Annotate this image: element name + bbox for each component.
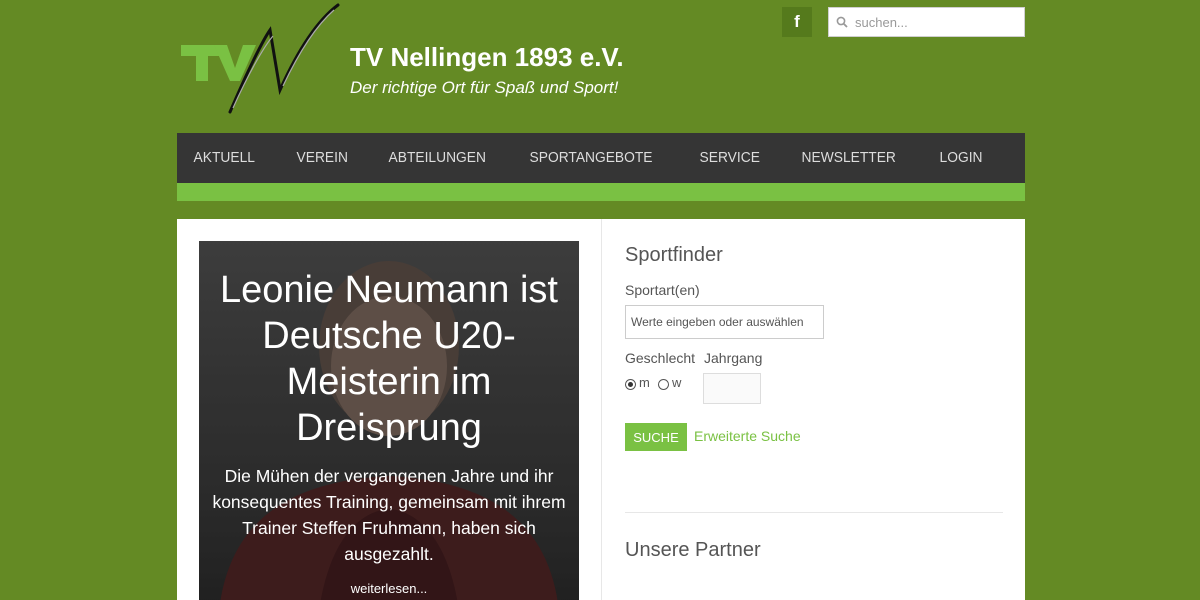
gender-label: Geschlecht bbox=[625, 350, 696, 366]
section-divider bbox=[625, 512, 1003, 513]
nav-item-sportangebote[interactable]: SPORTANGEBOTE bbox=[513, 133, 669, 183]
featured-slide[interactable]: Leonie Neumann ist Deutsche U20-Meisteri… bbox=[199, 241, 579, 600]
gender-label-m: m bbox=[639, 375, 650, 390]
nav-item-abteilungen[interactable]: ABTEILUNGEN bbox=[372, 133, 503, 183]
nav-accent-bar bbox=[177, 183, 1025, 201]
gender-radio-m[interactable] bbox=[625, 379, 636, 390]
facebook-icon: f bbox=[794, 12, 800, 31]
nav-item-verein[interactable]: VEREIN bbox=[280, 133, 365, 183]
main-content: Leonie Neumann ist Deutsche U20-Meisteri… bbox=[177, 219, 1025, 600]
main-nav: AKTUELL VEREIN ABTEILUNGEN SPORTANGEBOTE… bbox=[177, 133, 1025, 183]
year-label: Jahrgang bbox=[704, 350, 763, 366]
slide-text: Die Mühen der vergangenen Jahre und ihr … bbox=[212, 466, 566, 564]
nav-item-newsletter[interactable]: NEWSLETTER bbox=[785, 133, 912, 183]
nav-item-login[interactable]: LOGIN bbox=[923, 133, 999, 183]
site-logo[interactable] bbox=[178, 0, 348, 115]
search-icon bbox=[836, 16, 848, 28]
site-tagline: Der richtige Ort für Spaß und Sport! bbox=[350, 78, 619, 97]
nav-item-service[interactable]: SERVICE bbox=[683, 133, 776, 183]
year-input[interactable] bbox=[703, 373, 761, 404]
read-more-link[interactable]: weiterlesen... bbox=[199, 581, 579, 596]
search-input[interactable] bbox=[855, 14, 1015, 30]
advanced-search-link[interactable]: Erweiterte Suche bbox=[694, 428, 801, 444]
partners-heading: Unsere Partner bbox=[625, 539, 761, 561]
search-box[interactable] bbox=[828, 7, 1025, 37]
slide-title[interactable]: Leonie Neumann ist Deutsche U20-Meisteri… bbox=[199, 267, 579, 451]
gender-radio-w[interactable] bbox=[658, 379, 669, 390]
sportfinder-heading: Sportfinder bbox=[625, 244, 723, 266]
gender-label-w: w bbox=[672, 375, 682, 390]
column-divider bbox=[601, 219, 602, 600]
sport-input[interactable] bbox=[625, 305, 824, 339]
sportfinder-search-button[interactable]: SUCHE bbox=[625, 423, 687, 451]
facebook-button[interactable]: f bbox=[782, 7, 812, 37]
site-title[interactable]: TV Nellingen 1893 e.V. bbox=[350, 42, 624, 73]
sport-label: Sportart(en) bbox=[625, 282, 700, 298]
nav-item-aktuell[interactable]: AKTUELL bbox=[177, 133, 271, 183]
